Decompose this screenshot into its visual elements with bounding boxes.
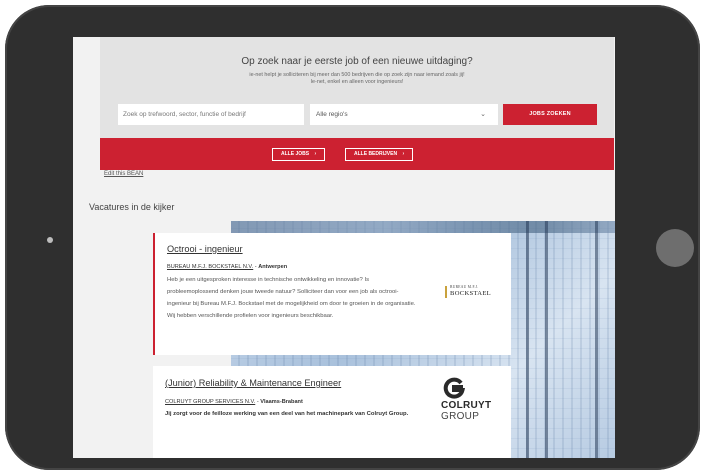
keyword-search-input[interactable] [118,104,304,125]
job-meta: BUREAU M.F.J. BOCKSTAEL N.V. - Antwerpen [167,264,287,270]
region-select-value: Alle regio's [316,111,348,118]
hero-subtitle-line2: Ie-net, enkel en alleen voor ingenieurs! [310,79,404,85]
tablet-screen: Op zoek naar je eerste job of een nieuwe… [73,37,615,458]
home-button[interactable] [656,229,694,267]
arrow-right-icon: › [314,151,317,157]
job-title-link[interactable]: (Junior) Reliability & Maintenance Engin… [165,378,341,388]
hero-subtitle-line1: ie-net helpt je solliciteren bij meer da… [249,72,465,78]
job-description: Heb je een uitgesproken interesse in tec… [167,277,416,319]
hero-subtitle: ie-net helpt je solliciteren bij meer da… [210,72,504,86]
hero-title: Op zoek naar je eerste job of een nieuwe… [241,56,473,67]
logo-text-big: BOCKSTAEL [450,290,492,297]
job-title-link[interactable]: Octrooi - ingenieur [167,244,243,254]
logo-accent-bar [445,286,447,298]
job-location: Antwerpen [258,264,288,270]
section-title: Vacatures in de kijker [89,202,175,212]
logo-text-line2: GROUP [441,411,480,422]
arrow-right-icon: › [402,151,405,157]
background-photo-mast [595,221,598,458]
job-meta: COLRUYT GROUP SERVICES N.V. - Vlaams-Bra… [165,399,303,405]
edit-bean-link[interactable]: Edit this BEAN [104,171,143,177]
cta-band: ALLE JOBS › ALLE BEDRIJVEN › [100,138,614,170]
job-card[interactable]: (Junior) Reliability & Maintenance Engin… [153,366,511,458]
company-logo[interactable]: COLRUYT GROUP [441,377,491,437]
colruyt-g-icon [443,377,465,399]
all-jobs-label: ALLE JOBS [281,151,310,157]
job-location: Vlaams-Brabant [260,399,303,405]
chevron-down-icon: ⌄ [480,111,486,118]
company-link[interactable]: COLRUYT GROUP SERVICES N.V. [165,399,255,405]
background-photo-band [231,221,615,233]
camera-dot [47,237,53,243]
job-card[interactable]: Octrooi - ingenieur BUREAU M.F.J. BOCKST… [153,233,511,355]
logo-text-line1: COLRUYT [441,400,492,411]
company-link[interactable]: BUREAU M.F.J. BOCKSTAEL N.V. [167,264,253,270]
all-jobs-button[interactable]: ALLE JOBS › [272,148,326,161]
company-logo[interactable]: BUREAU M.F.J. BOCKSTAEL [445,284,495,300]
hero-section: Op zoek naar je eerste job of een nieuwe… [100,37,614,138]
region-select[interactable]: Alle regio's ⌄ [310,104,498,125]
background-photo-mast [545,221,548,458]
search-jobs-button[interactable]: JOBS ZOEKEN [503,104,597,125]
logo-text-small: BUREAU M.F.J. [450,285,479,289]
all-companies-button[interactable]: ALLE BEDRIJVEN › [345,148,414,161]
job-description: Jij zorgt voor de feilloze werking van e… [165,411,409,417]
background-photo-mast [526,221,529,458]
all-companies-label: ALLE BEDRIJVEN [354,151,398,157]
